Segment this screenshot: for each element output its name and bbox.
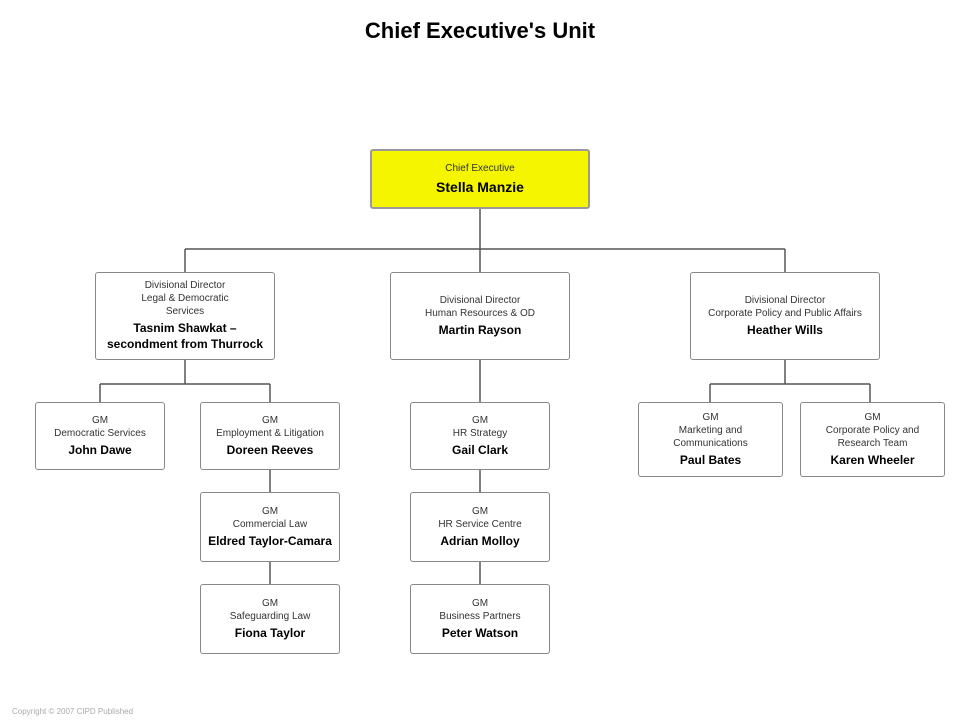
root-role: Chief Executive — [445, 162, 514, 175]
node-gm6: GM Commercial Law Eldred Taylor-Camara — [200, 492, 340, 562]
node-root: Chief Executive Stella Manzie — [370, 149, 590, 209]
gm1-name: John Dawe — [68, 443, 131, 459]
gm5-role: GM Corporate Policy and Research Team — [826, 411, 919, 450]
div1-role: Divisional Director Legal & Democratic S… — [141, 279, 228, 318]
node-gm4: GM Marketing and Communications Paul Bat… — [638, 402, 783, 477]
gm8-name: Fiona Taylor — [235, 626, 305, 642]
node-div1: Divisional Director Legal & Democratic S… — [95, 272, 275, 360]
gm9-name: Peter Watson — [442, 626, 518, 642]
node-gm1: GM Democratic Services John Dawe — [35, 402, 165, 470]
gm5-name: Karen Wheeler — [830, 453, 914, 469]
div2-role: Divisional Director Human Resources & OD — [425, 294, 535, 320]
div2-name: Martin Rayson — [439, 323, 522, 339]
page-title: Chief Executive's Unit — [0, 0, 960, 54]
gm4-role: GM Marketing and Communications — [673, 411, 747, 450]
org-chart: Chief Executive Stella Manzie Divisional… — [0, 54, 960, 724]
gm6-role: GM Commercial Law — [233, 505, 307, 531]
footer-text: Copyright © 2007 CIPD Published — [12, 707, 133, 716]
gm3-role: GM HR Strategy — [453, 414, 507, 440]
gm8-role: GM Safeguarding Law — [230, 597, 311, 623]
gm1-role: GM Democratic Services — [54, 414, 146, 440]
node-gm5: GM Corporate Policy and Research Team Ka… — [800, 402, 945, 477]
gm2-name: Doreen Reeves — [227, 443, 314, 459]
div3-name: Heather Wills — [747, 323, 823, 339]
gm9-role: GM Business Partners — [439, 597, 520, 623]
node-div3: Divisional Director Corporate Policy and… — [690, 272, 880, 360]
gm7-name: Adrian Molloy — [440, 534, 519, 550]
div3-role: Divisional Director Corporate Policy and… — [708, 294, 862, 320]
root-name: Stella Manzie — [436, 178, 524, 196]
node-gm2: GM Employment & Litigation Doreen Reeves — [200, 402, 340, 470]
gm3-name: Gail Clark — [452, 443, 508, 459]
div1-name: Tasnim Shawkat – secondment from Thurroc… — [102, 321, 268, 352]
gm2-role: GM Employment & Litigation — [216, 414, 324, 440]
gm6-name: Eldred Taylor-Camara — [208, 534, 332, 550]
node-gm7: GM HR Service Centre Adrian Molloy — [410, 492, 550, 562]
gm7-role: GM HR Service Centre — [438, 505, 521, 531]
node-div2: Divisional Director Human Resources & OD… — [390, 272, 570, 360]
gm4-name: Paul Bates — [680, 453, 741, 469]
node-gm3: GM HR Strategy Gail Clark — [410, 402, 550, 470]
node-gm9: GM Business Partners Peter Watson — [410, 584, 550, 654]
node-gm8: GM Safeguarding Law Fiona Taylor — [200, 584, 340, 654]
